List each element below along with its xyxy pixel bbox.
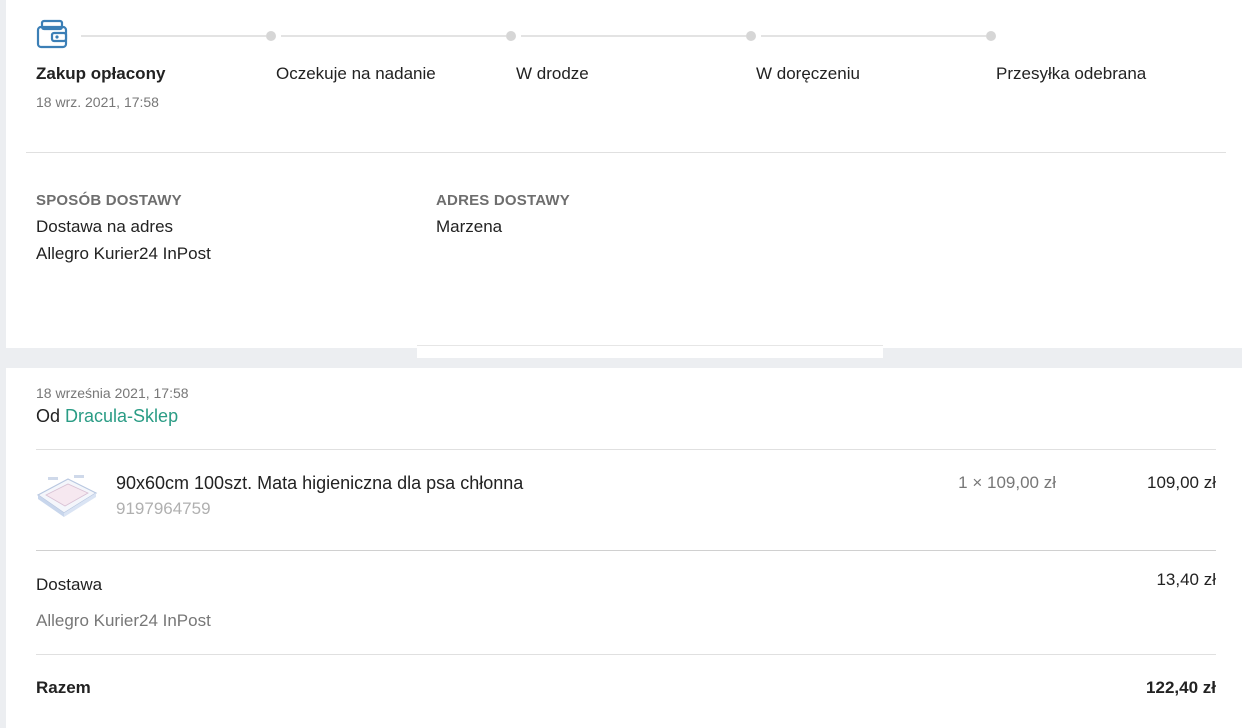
total-value: 122,40 zł [1146, 678, 1216, 697]
delivery-method-carrier: Allegro Kurier24 InPost [36, 244, 211, 263]
delivery-address-heading: ADRES DOSTAWY [436, 192, 570, 209]
seller-link[interactable]: Dracula-Sklep [65, 406, 178, 426]
delivery-method-heading: SPOSÓB DOSTAWY [36, 192, 182, 209]
tracker-line [761, 35, 986, 37]
divider [36, 550, 1216, 551]
divider [26, 152, 1226, 153]
tracker-dot [266, 31, 276, 41]
quantity-unit-price: 1 × 109,00 zł [958, 473, 1056, 492]
offer-id: 9197964759 [116, 499, 211, 518]
tracker-dot [986, 31, 996, 41]
wallet-icon [34, 18, 70, 54]
step-out-for-delivery: W doręczeniu [756, 64, 860, 83]
divider [36, 654, 1216, 655]
shipping-price: 13,40 zł [1156, 570, 1216, 589]
item-total: 109,00 zł [1147, 473, 1216, 492]
tracker-dot [746, 31, 756, 41]
step-picked-up: Przesyłka odebrana [996, 64, 1147, 83]
tracker-line [521, 35, 746, 37]
step-in-transit: W drodze [516, 64, 589, 83]
shipping-label: Dostawa [36, 575, 103, 594]
divider [36, 449, 1216, 450]
delivery-address-name: Marzena [436, 217, 503, 236]
total-label: Razem [36, 678, 91, 697]
seller-prefix: Od [36, 406, 61, 426]
seller-line: Od Dracula-Sklep [36, 406, 178, 427]
step-awaiting-shipment: Oczekuje na nadanie [276, 64, 436, 83]
tracker-line [281, 35, 506, 37]
step-date: 18 wrz. 2021, 17:58 [36, 94, 159, 110]
shipping-method: Allegro Kurier24 InPost [36, 611, 211, 630]
delivery-method-type: Dostawa na adres [36, 217, 174, 236]
order-status-card: Zakup opłacony Oczekuje na nadanie W dro… [6, 0, 1242, 348]
order-details-card: 18 września 2021, 17:58 Od Dracula-Sklep… [6, 368, 1242, 728]
tracker-dot [506, 31, 516, 41]
product-thumbnail[interactable] [34, 471, 98, 523]
order-date: 18 września 2021, 17:58 [36, 385, 189, 401]
step-paid: Zakup opłacony [36, 64, 166, 83]
product-title[interactable]: 90x60cm 100szt. Mata higieniczna dla psa… [116, 473, 523, 494]
tracker-line [81, 35, 266, 37]
card-notch [417, 345, 883, 358]
